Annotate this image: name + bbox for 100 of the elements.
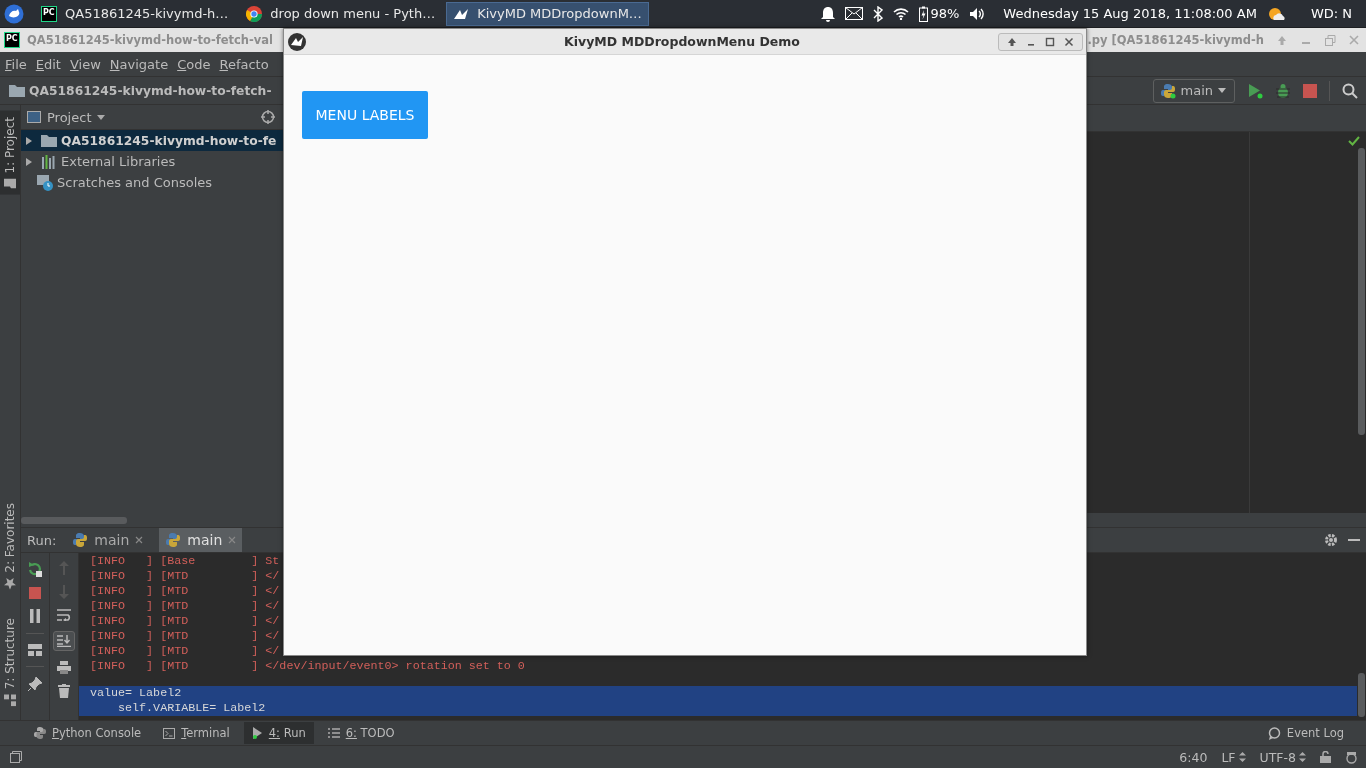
panel-toggle-icon[interactable] (10, 751, 22, 763)
project-view-dropdown[interactable]: Project (47, 109, 92, 125)
menu-item[interactable]: View (69, 56, 101, 72)
target-icon[interactable] (261, 110, 275, 124)
run-icon[interactable] (1247, 82, 1263, 99)
event-log-tab[interactable]: Event Log (1259, 722, 1352, 744)
scratch-file-icon (37, 174, 53, 191)
tool-window-tab[interactable]: Python Console (26, 722, 150, 744)
caret-position[interactable]: 6:40 (1179, 749, 1208, 765)
scrollbar[interactable] (21, 516, 127, 524)
panel-title: Run: (27, 532, 57, 548)
updown-icon (1299, 752, 1306, 762)
output-line: self.VARIABLE= Label2 (117, 701, 267, 716)
python-icon (72, 532, 89, 548)
pause-icon[interactable] (29, 609, 41, 623)
mouse-logo-icon[interactable] (4, 3, 24, 24)
scrollbar[interactable] (1358, 148, 1365, 435)
tree-item[interactable]: External Libraries (21, 151, 283, 172)
python-icon (1159, 82, 1176, 99)
folder-icon (4, 178, 16, 189)
mail-icon[interactable] (845, 7, 864, 20)
encoding-dropdown[interactable]: UTF-8 (1259, 749, 1306, 765)
close-icon[interactable] (1064, 36, 1074, 47)
close-icon[interactable] (135, 536, 144, 544)
menu-button[interactable]: MENU LABELS (302, 91, 428, 139)
tool-window-tab[interactable]: 4: Run (243, 722, 314, 744)
menu-item[interactable]: Refacto (219, 56, 269, 72)
log-line: [INFO ] [MTD ] </ (89, 584, 281, 599)
log-line: [INFO ] [MTD ] </ (89, 614, 281, 629)
search-icon[interactable] (1342, 82, 1358, 99)
tool-window-tab[interactable]: 2: Favorites (0, 496, 20, 596)
speaker-icon[interactable] (969, 6, 986, 21)
app-logo-icon: PC (41, 5, 57, 22)
battery-indicator[interactable]: 98% (919, 5, 960, 22)
tree-item[interactable]: QA51861245-kivymd-how-to-fe (21, 130, 283, 151)
scrollbar[interactable] (1358, 673, 1365, 717)
window-title: QA51861245-kivymd-how-to-fetch-val (27, 33, 273, 47)
library-icon (41, 154, 57, 169)
python-icon (165, 532, 182, 548)
trash-icon[interactable] (58, 684, 70, 698)
browser-logo-icon (246, 5, 263, 22)
python-icon (34, 727, 46, 739)
menu-item[interactable]: Code (177, 56, 211, 72)
log-line: [INFO ] [Base ] St (89, 554, 281, 569)
run-tab[interactable]: main (159, 528, 243, 552)
log-line: [INFO ] [MTD ] </ (89, 599, 281, 614)
window-title: .py [QA51861245-kivymd-h (1087, 33, 1264, 47)
weather-icon[interactable] (1266, 5, 1287, 22)
scroll-to-end-button[interactable] (53, 631, 75, 651)
bug-icon[interactable] (1275, 82, 1291, 99)
tool-window-tab[interactable]: Terminal (155, 722, 238, 744)
taskbar-button[interactable]: drop down menu - Pyth… (239, 1, 443, 26)
menu-item[interactable]: File (5, 56, 27, 72)
bluetooth-icon[interactable] (873, 5, 884, 22)
window-title: KivyMD MDDropdownMenu Demo (563, 34, 801, 49)
line-separator-dropdown[interactable]: LF (1221, 749, 1246, 765)
run-icon (251, 727, 263, 739)
inspector-icon[interactable] (1345, 750, 1358, 764)
wifi-icon[interactable] (893, 7, 910, 20)
maximize-icon[interactable] (1045, 36, 1055, 47)
terminal-icon (163, 727, 176, 739)
menu-item[interactable]: Edit (35, 56, 61, 72)
print-icon[interactable] (57, 661, 71, 674)
soft-wrap-icon[interactable] (57, 609, 71, 621)
list-icon (327, 728, 340, 738)
up-arrow-icon[interactable] (1007, 36, 1017, 47)
bird-logo-icon (288, 32, 306, 51)
tool-window-tab[interactable]: 6: TODO (319, 722, 403, 744)
scroll-end-icon (57, 635, 71, 647)
star-icon (4, 577, 16, 590)
taskbar-button[interactable]: KivyMD MDDropdownM… (446, 1, 649, 26)
settings-icon[interactable] (1324, 533, 1338, 547)
layout-icon[interactable] (28, 644, 42, 656)
battery-icon (919, 5, 929, 22)
lock-icon[interactable] (1320, 751, 1331, 763)
taskbar-button[interactable]: PC QA51861245-kivymd-h… (34, 1, 236, 26)
menu-item[interactable]: Navigate (109, 56, 169, 72)
caret-icon (97, 114, 106, 120)
collapsed-arrow-icon (25, 136, 33, 145)
log-line: [INFO ] [MTD ] </ (89, 644, 281, 659)
folder-icon (9, 84, 25, 97)
breadcrumb[interactable]: QA51861245-kivymd-how-to-fetch- (29, 83, 272, 98)
app-logo-icon: PC (4, 32, 20, 48)
rerun-icon[interactable] (27, 561, 43, 577)
tool-window-tab[interactable]: 1: Project (0, 111, 20, 195)
bell-icon[interactable] (821, 5, 836, 22)
weather-text: WD: N (1310, 6, 1352, 21)
updown-icon (1238, 752, 1246, 762)
output-line: value= Label2 (89, 686, 183, 701)
folder-icon (41, 134, 57, 147)
caret-icon (1218, 88, 1226, 93)
run-configuration-dropdown[interactable]: main (1152, 78, 1235, 103)
check-icon (1348, 136, 1360, 146)
tool-window-tab[interactable]: 7: Structure (0, 611, 20, 712)
collapsed-arrow-icon (25, 157, 33, 166)
clock[interactable]: Wednesday 15 Aug 2018, 11:08:00 AM (1003, 6, 1257, 21)
pin-icon[interactable] (28, 677, 42, 691)
stop-icon[interactable] (1303, 83, 1317, 98)
log-line: [INFO ] [MTD ] </dev/input/event0> rotation set to 0 (89, 659, 526, 674)
tree-item[interactable]: Scratches and Consoles (21, 172, 283, 193)
